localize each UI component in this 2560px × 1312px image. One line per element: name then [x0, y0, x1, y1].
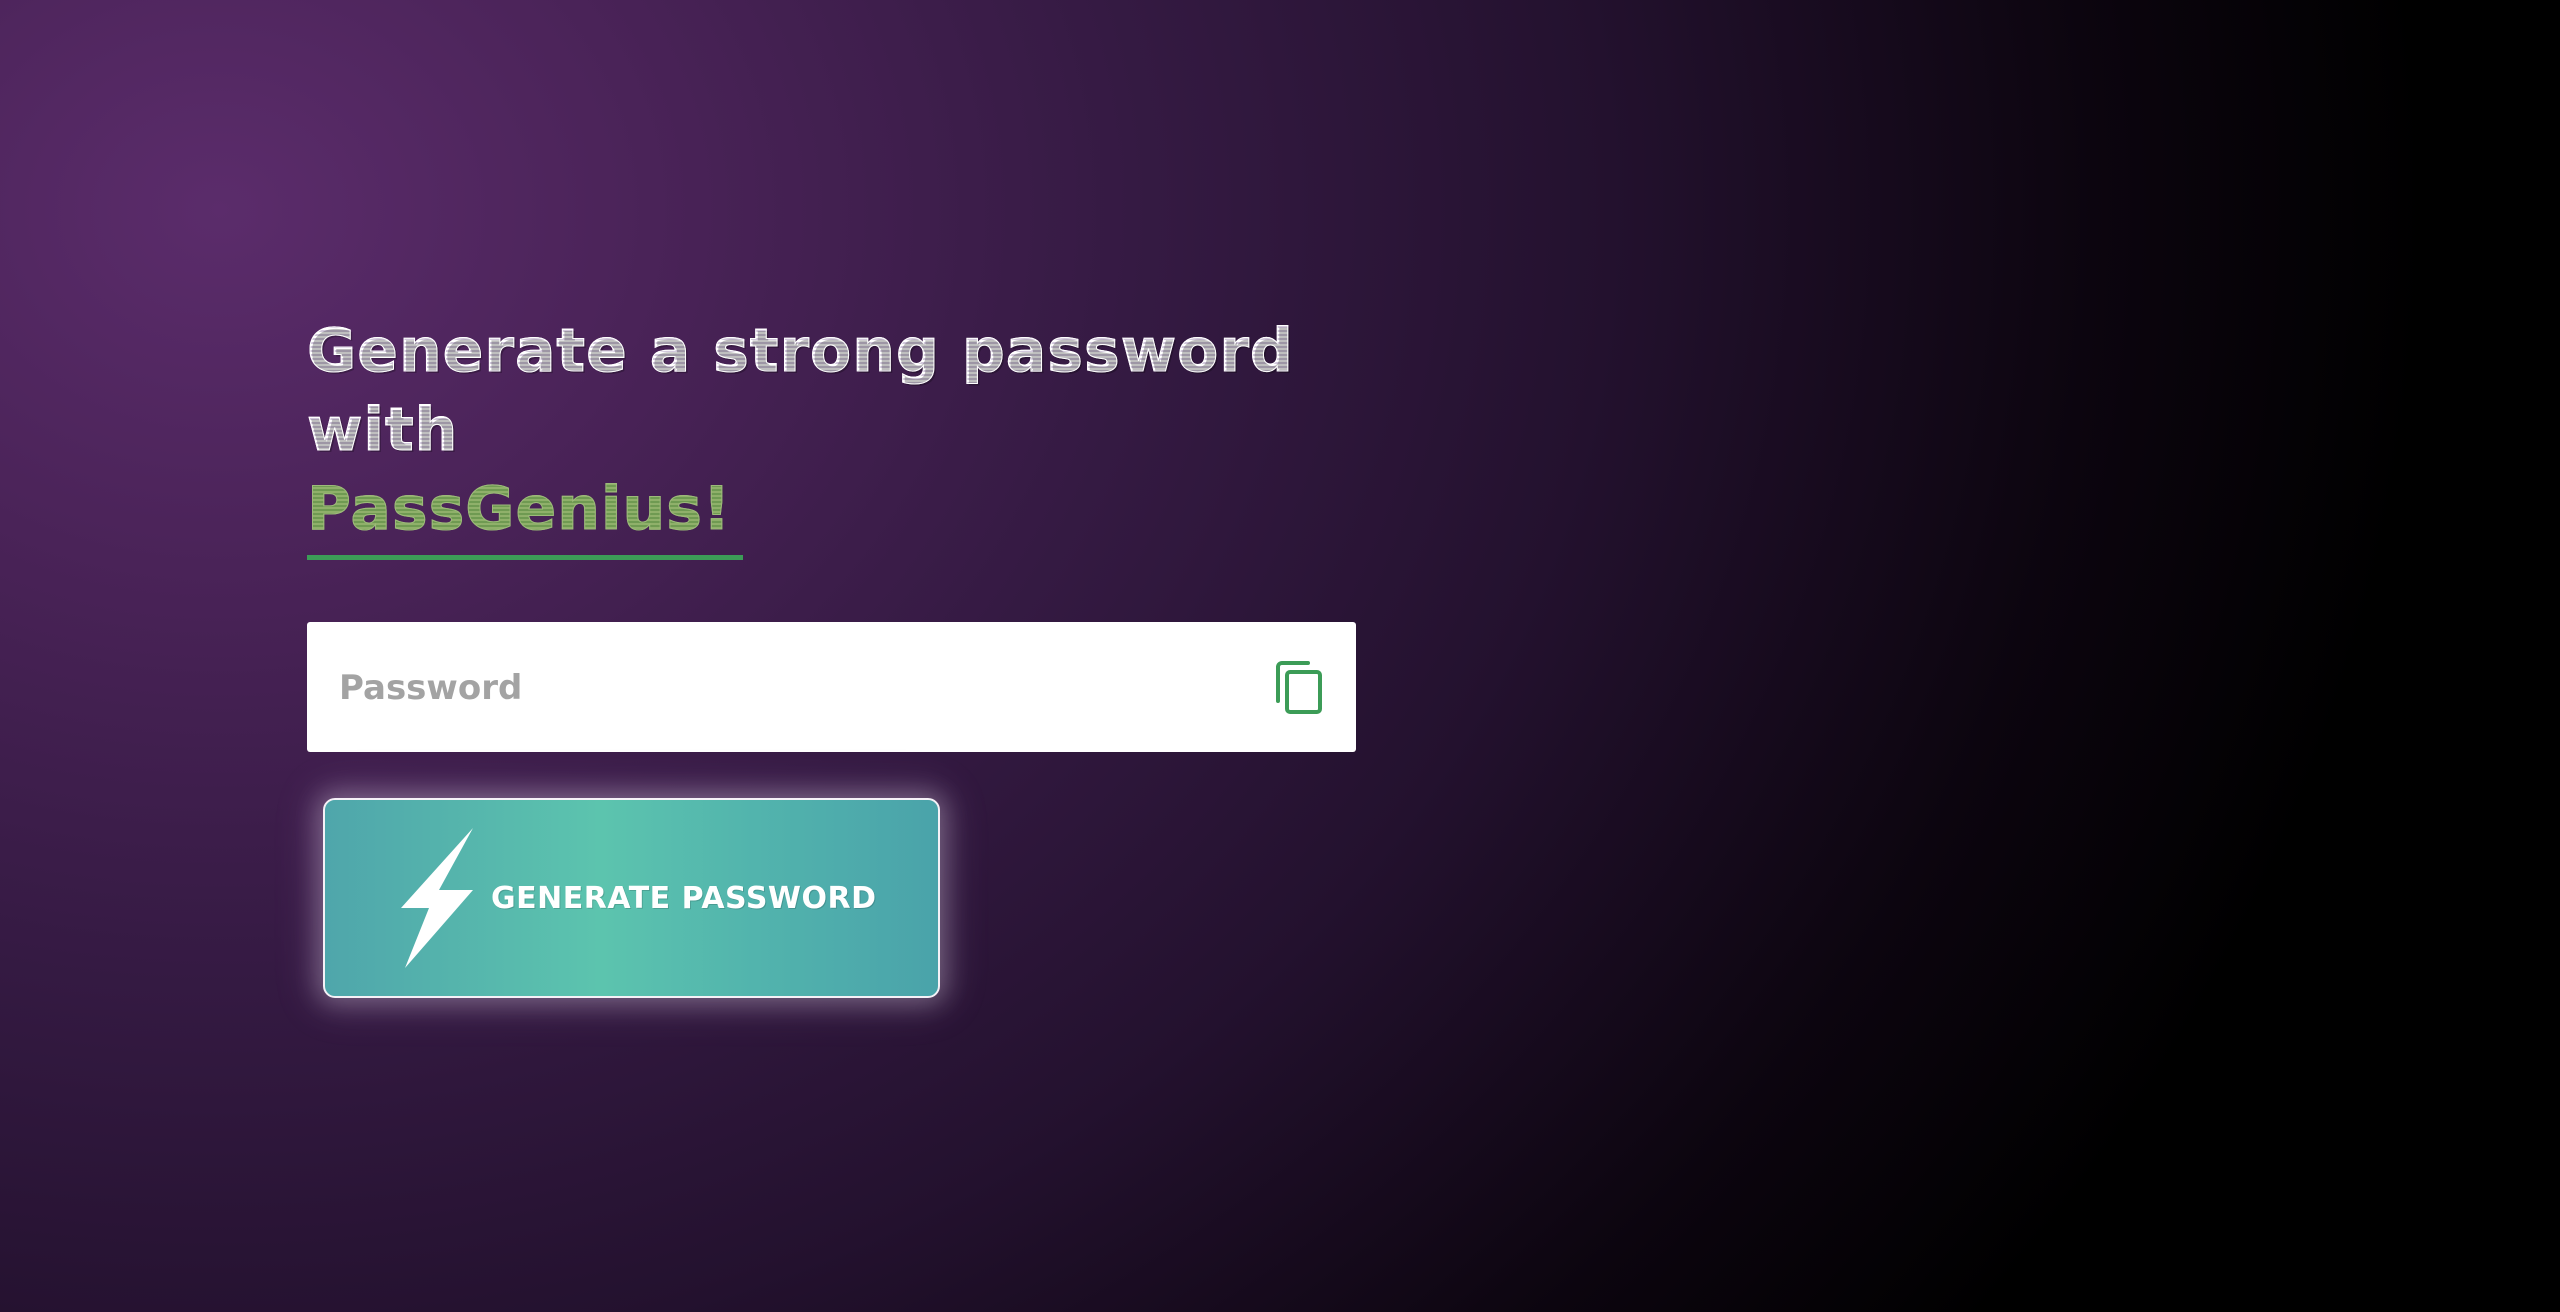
brand-wrap: PassGenius! — [307, 470, 743, 560]
lightning-bolt-icon — [401, 828, 473, 968]
generate-password-label: GENERATE PASSWORD — [491, 880, 877, 916]
brand-name: PassGenius! — [307, 470, 743, 549]
copy-icon[interactable] — [1270, 657, 1330, 717]
brand-underline — [307, 555, 743, 560]
generate-password-button[interactable]: GENERATE PASSWORD — [323, 798, 940, 998]
password-field-container — [307, 622, 1356, 754]
password-input[interactable] — [337, 622, 1241, 754]
page-headline: Generate a strong password with — [307, 312, 1367, 470]
hero-section: Generate a strong password with PassGeni… — [307, 312, 1407, 560]
